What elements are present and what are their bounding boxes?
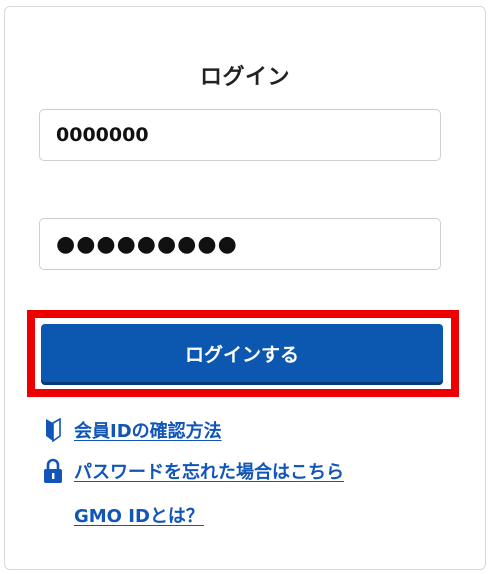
gmo-id-info-link[interactable]: GMO IDとは？ [74,502,204,528]
member-id-help-link[interactable]: 会員IDの確認方法 [74,417,222,443]
forgot-password-link[interactable]: パスワードを忘れた場合はこちら [74,458,344,484]
lock-icon [40,457,66,485]
gmo-id-info-row: GMO IDとは？ [40,501,204,529]
member-id-help-row: 会員IDの確認方法 [40,416,222,444]
login-panel: ログイン [4,6,486,570]
member-id-input[interactable] [39,109,441,161]
password-input[interactable] [39,218,441,270]
forgot-password-row: パスワードを忘れた場合はこちら [40,457,344,485]
login-button[interactable]: ログインする [41,324,443,382]
beginner-mark-icon [40,416,66,444]
login-title: ログイン [199,65,290,90]
